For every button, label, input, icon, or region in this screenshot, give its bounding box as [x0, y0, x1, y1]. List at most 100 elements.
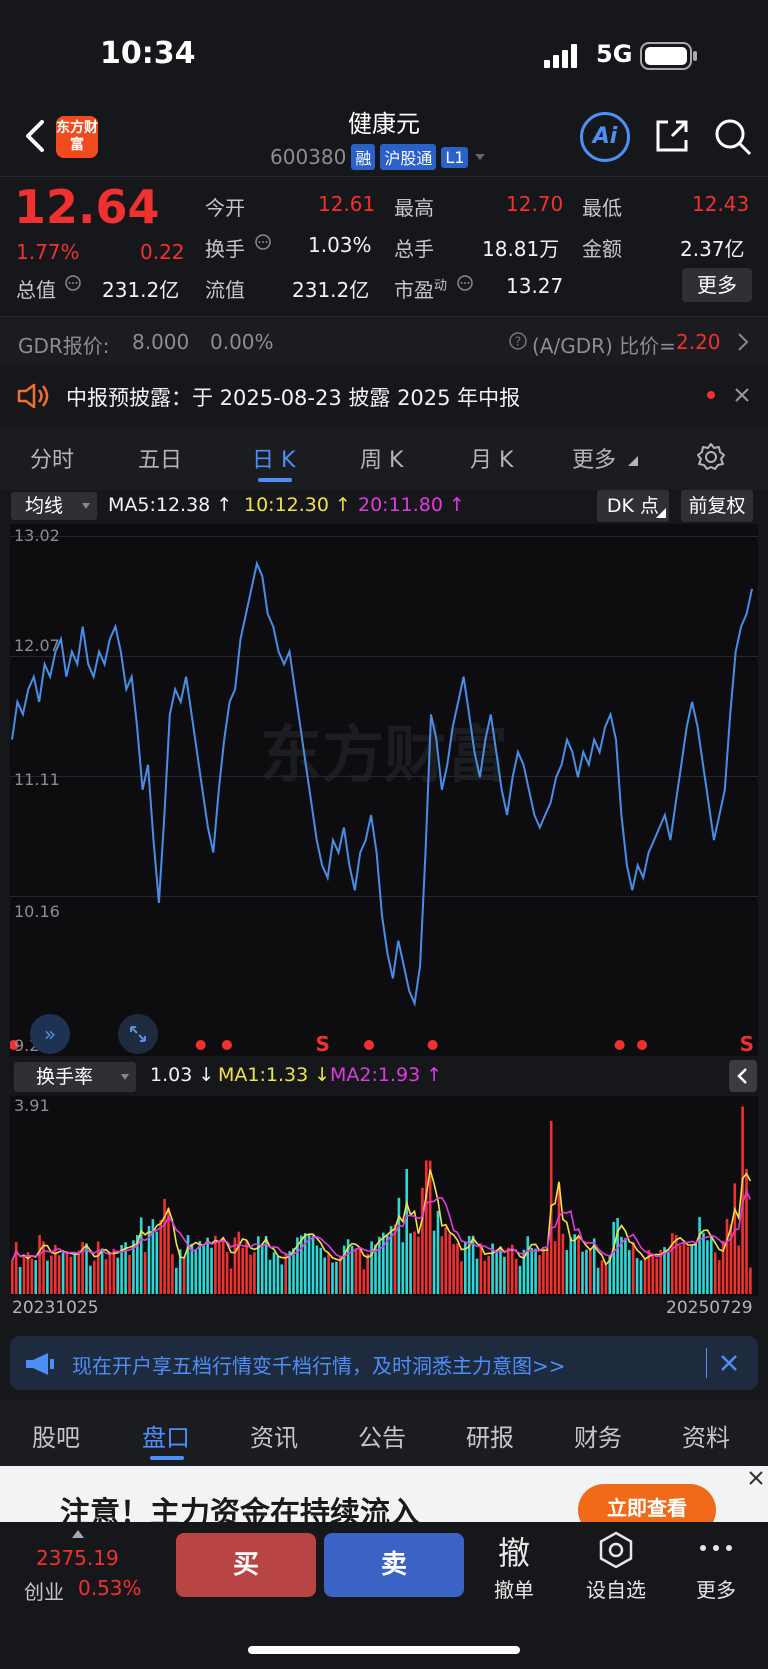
info-icon[interactable] — [254, 233, 272, 251]
close-icon[interactable] — [748, 1470, 764, 1486]
turnover-bar — [639, 1260, 643, 1294]
turnover-bar — [717, 1260, 721, 1294]
ma20-value: 20:11.80 ↑ — [358, 494, 465, 516]
tab-news[interactable]: 资讯 — [250, 1418, 298, 1453]
buy-button[interactable]: 买 — [176, 1533, 316, 1597]
turnover-bar — [116, 1257, 119, 1294]
more-quote-button[interactable]: 更多 — [682, 268, 752, 302]
turnover-bar — [737, 1245, 740, 1294]
turnover-bar — [362, 1269, 366, 1294]
turnover-dropdown[interactable]: 换手率 — [14, 1062, 136, 1092]
turnover-bar — [108, 1252, 112, 1294]
turnover-bar — [93, 1260, 96, 1294]
turnover-bar — [405, 1169, 408, 1294]
turnover-bar — [546, 1248, 549, 1294]
turnover-chart-area[interactable]: 3.91 — [10, 1096, 758, 1296]
collapse-panel-button[interactable] — [729, 1060, 757, 1092]
turnover-bar — [73, 1254, 77, 1294]
index-pct[interactable]: 0.53% — [78, 1576, 142, 1600]
gdr-ratio-label: (A/GDR) 比价= — [532, 334, 676, 358]
turnover-bar — [713, 1252, 717, 1294]
adjust-price-button[interactable]: 前复权 — [681, 490, 753, 522]
notice-text[interactable]: 中报预披露：于 2025-08-23 披露 2025 年中报 — [66, 382, 520, 412]
tab-more[interactable]: 更多 — [572, 442, 616, 474]
turnover-value: 1.03 ↓ — [150, 1064, 215, 1086]
turnover-bar — [69, 1256, 73, 1294]
search-icon[interactable] — [712, 116, 754, 158]
tab-daily-k[interactable]: 日 K — [252, 442, 295, 474]
close-icon[interactable] — [720, 1354, 738, 1372]
tab-monthly-k[interactable]: 月 K — [470, 442, 513, 474]
turnover-bar — [268, 1259, 272, 1294]
turnover-bar — [409, 1233, 412, 1294]
close-icon[interactable] — [734, 387, 750, 403]
price-chart-area[interactable]: 东方财富 SS 13.02 12.07 11.11 10.16 9.20 » — [10, 524, 758, 1056]
turnover-bar — [534, 1248, 537, 1294]
tab-profile[interactable]: 资料 — [682, 1418, 730, 1453]
tab-five-day[interactable]: 五日 — [138, 442, 182, 474]
turnover-bar — [194, 1249, 198, 1294]
turnover-bar — [218, 1241, 221, 1294]
turnover-bar — [163, 1198, 166, 1294]
y-tick-label: 13.02 — [14, 526, 60, 545]
speaker-icon — [17, 383, 49, 409]
add-watchlist-icon[interactable] — [596, 1530, 636, 1570]
promo-banner[interactable]: 现在开户享五档行情变千档行情，及时洞悉主力意图>> — [10, 1336, 758, 1390]
info-icon[interactable] — [64, 274, 82, 292]
turnover-bar — [448, 1233, 451, 1294]
unread-dot — [707, 391, 715, 399]
tab-order-book[interactable]: 盘口 — [142, 1418, 190, 1453]
tab-intraday[interactable]: 分时 — [30, 442, 74, 474]
sell-button[interactable]: 卖 — [324, 1533, 464, 1597]
turnover-bar — [510, 1244, 514, 1294]
turnover-bar — [487, 1255, 490, 1294]
turnover-bar — [288, 1251, 291, 1294]
share-icon[interactable] — [652, 116, 692, 156]
signal-icon — [544, 44, 577, 68]
tab-research[interactable]: 研报 — [466, 1418, 514, 1453]
sell-signal-marker: S — [315, 1032, 329, 1056]
more-dots-icon[interactable] — [696, 1540, 736, 1556]
turnover-bar — [57, 1255, 61, 1294]
tag-level: L1 — [441, 146, 469, 168]
field-turnover-label: 换手 — [205, 237, 245, 261]
turnover-bar — [249, 1254, 252, 1294]
index-value[interactable]: 2375.19 — [36, 1546, 119, 1570]
more-actions-label[interactable]: 更多 — [676, 1574, 756, 1603]
settings-icon[interactable] — [696, 442, 726, 472]
promo-text[interactable]: 现在开户享五档行情变千档行情，及时洞悉主力意图>> — [72, 1350, 566, 1379]
status-time: 10:34 — [100, 36, 196, 71]
turnover-bar — [385, 1235, 389, 1294]
cancel-order-label[interactable]: 撤单 — [474, 1574, 554, 1603]
index-name[interactable]: 创业 — [24, 1576, 64, 1605]
expand-left-icon[interactable]: » — [30, 1014, 70, 1054]
cancel-order-icon[interactable]: 撤 — [492, 1528, 536, 1574]
turnover-bar — [327, 1253, 330, 1294]
turnover-bar — [175, 1267, 178, 1294]
price-chart-svg: SS — [10, 536, 758, 1056]
caret-down-icon[interactable] — [473, 152, 487, 162]
help-icon[interactable]: ? — [508, 331, 528, 351]
turnover-bar — [725, 1219, 729, 1294]
ad-banner[interactable]: 注意！主力资金在持续流入 立即查看 — [0, 1466, 768, 1522]
ad-view-button[interactable]: 立即查看 — [578, 1484, 716, 1522]
tab-weekly-k[interactable]: 周 K — [360, 442, 403, 474]
turnover-bar — [315, 1245, 319, 1294]
tab-announcements[interactable]: 公告 — [358, 1418, 406, 1453]
turnover-bar — [557, 1183, 561, 1294]
turnover-bar — [667, 1251, 670, 1294]
turnover-bar — [507, 1247, 510, 1294]
turnover-bar — [382, 1232, 385, 1294]
add-watchlist-label[interactable]: 设自选 — [576, 1574, 656, 1603]
info-icon[interactable] — [456, 274, 474, 292]
turnover-bar — [331, 1262, 334, 1294]
turnover-bar — [612, 1221, 615, 1294]
chevron-right-icon[interactable] — [736, 331, 750, 353]
turnover-bar — [518, 1265, 522, 1294]
turnover-bar — [307, 1234, 311, 1294]
ai-button[interactable]: Ai — [580, 112, 630, 162]
tab-financials[interactable]: 财务 — [574, 1418, 622, 1453]
turnover-bar — [655, 1258, 658, 1294]
tab-forum[interactable]: 股吧 — [32, 1418, 80, 1453]
fullscreen-icon[interactable] — [118, 1014, 158, 1054]
